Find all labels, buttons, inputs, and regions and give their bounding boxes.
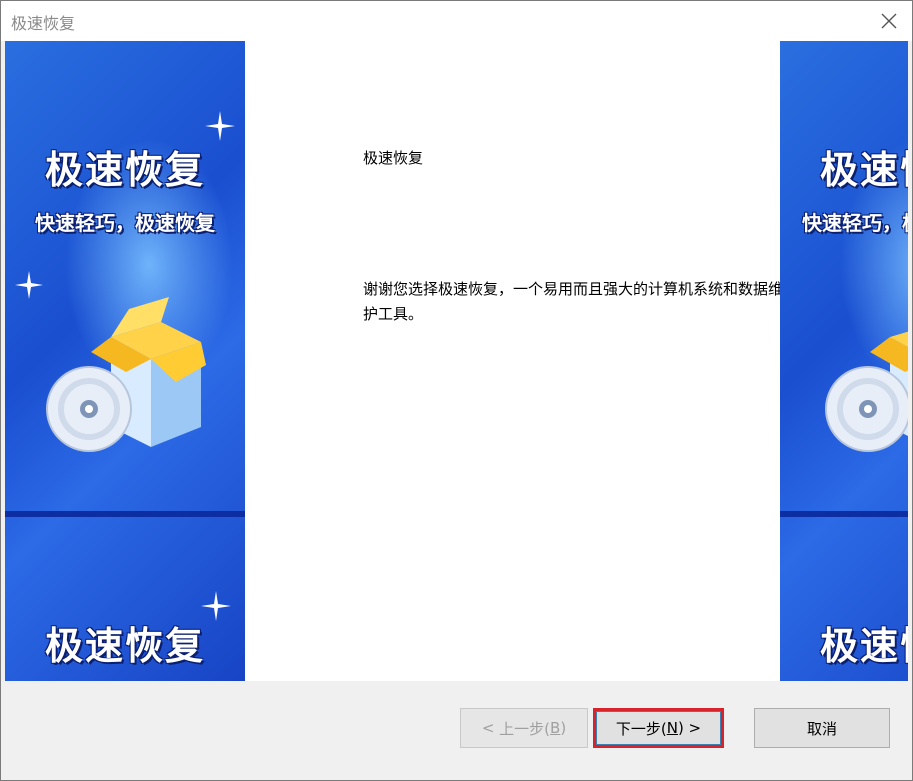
next-suffix: ) > [677,719,702,737]
next-label: 下一步( [615,719,667,738]
next-button-focus[interactable]: 下一步( N ) > [596,711,721,745]
installer-window: 极速恢复 极速恢复 快速轻巧，极速恢复 极速恢复 极速恢复 谢谢您选择极速恢复，… [0,0,913,781]
sparkle-icon [201,591,231,621]
page-heading: 极速恢复 [363,149,424,167]
banner-slogan: 快速轻巧，极速恢复 [35,211,215,235]
title-bar: 极速恢复 [1,1,912,41]
side-banner-left: 极速恢复 快速轻巧，极速恢复 极速恢复 [5,41,245,681]
banner-title: 极速恢复 [44,148,205,192]
banner-title: 极速恢复 [820,148,908,192]
back-button[interactable]: < 上一步( B ) [460,708,588,748]
sparkle-icon [205,111,235,141]
welcome-text: 谢谢您选择极速恢复，一个易用而且强大的计算机系统和数据维护工具。 [363,280,784,323]
back-mnemonic: B [550,719,561,737]
banner-band [5,511,245,517]
box-disc-illustration [46,297,206,452]
box-disc-illustration [825,331,908,452]
cancel-button[interactable]: 取消 [754,708,890,748]
banner-bottom-title: 极速恢复 [44,624,205,668]
back-prefix: < [481,719,500,737]
banner-slogan: 快速轻巧，极速恢复 [802,211,908,235]
next-button[interactable]: 下一步( N ) > [593,708,724,748]
close-icon [881,13,897,29]
window-title: 极速恢复 [11,14,76,33]
side-banner-right: 极速恢复 快速轻巧，极速恢复 极速恢复 [780,41,908,681]
wizard-content: 极速恢复 快速轻巧，极速恢复 极速恢复 极速恢复 谢谢您选择极速恢复，一个易用而… [5,41,908,681]
banner-bottom-title: 极速恢复 [820,624,908,668]
sparkle-icon [15,271,43,299]
close-button[interactable] [866,1,912,41]
back-suffix: ) [560,719,567,737]
next-mnemonic: N [666,719,678,737]
banner-band [780,511,908,517]
back-label: 上一步( [499,719,551,738]
